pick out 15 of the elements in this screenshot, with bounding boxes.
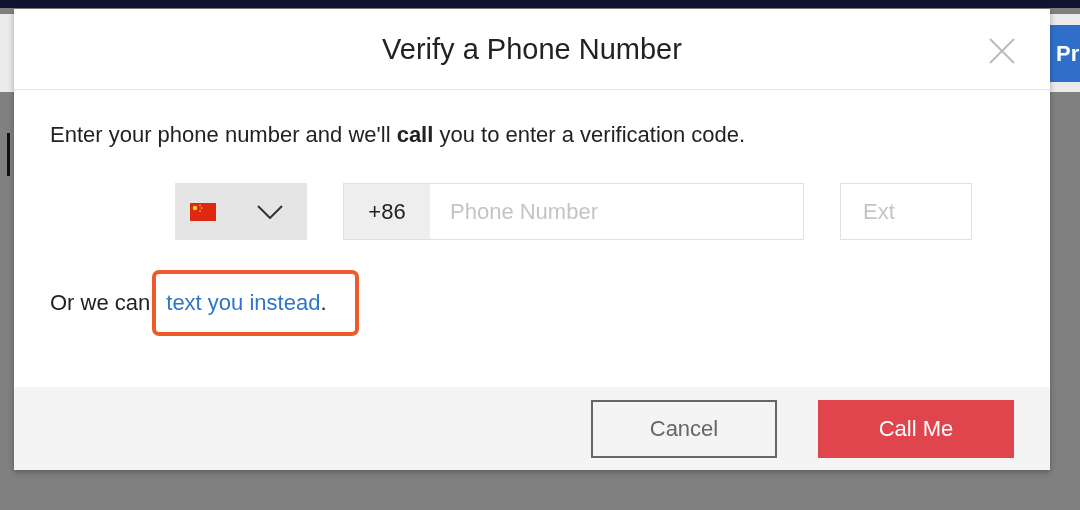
alternative-text: Or we can [50,290,151,316]
cancel-button[interactable]: Cancel [591,399,777,458]
country-code: +86 [344,184,430,239]
instructions: Enter your phone number and we'll call you to enter a verification code. [50,122,747,148]
dialog-title: Verify a Phone Number [382,32,682,66]
country-select[interactable] [175,183,307,240]
extension-field[interactable]: Ext [840,183,972,240]
phone-number-field[interactable]: +86 Phone Number [343,183,804,240]
background-button[interactable]: Pr [1050,25,1080,82]
flag-icon [190,202,216,221]
text-instead-link[interactable]: text you instead [166,290,321,316]
background-bar [7,133,10,176]
call-button[interactable]: Call Me [818,399,1014,458]
chevron-down-icon [257,204,283,219]
period: . [320,290,327,316]
